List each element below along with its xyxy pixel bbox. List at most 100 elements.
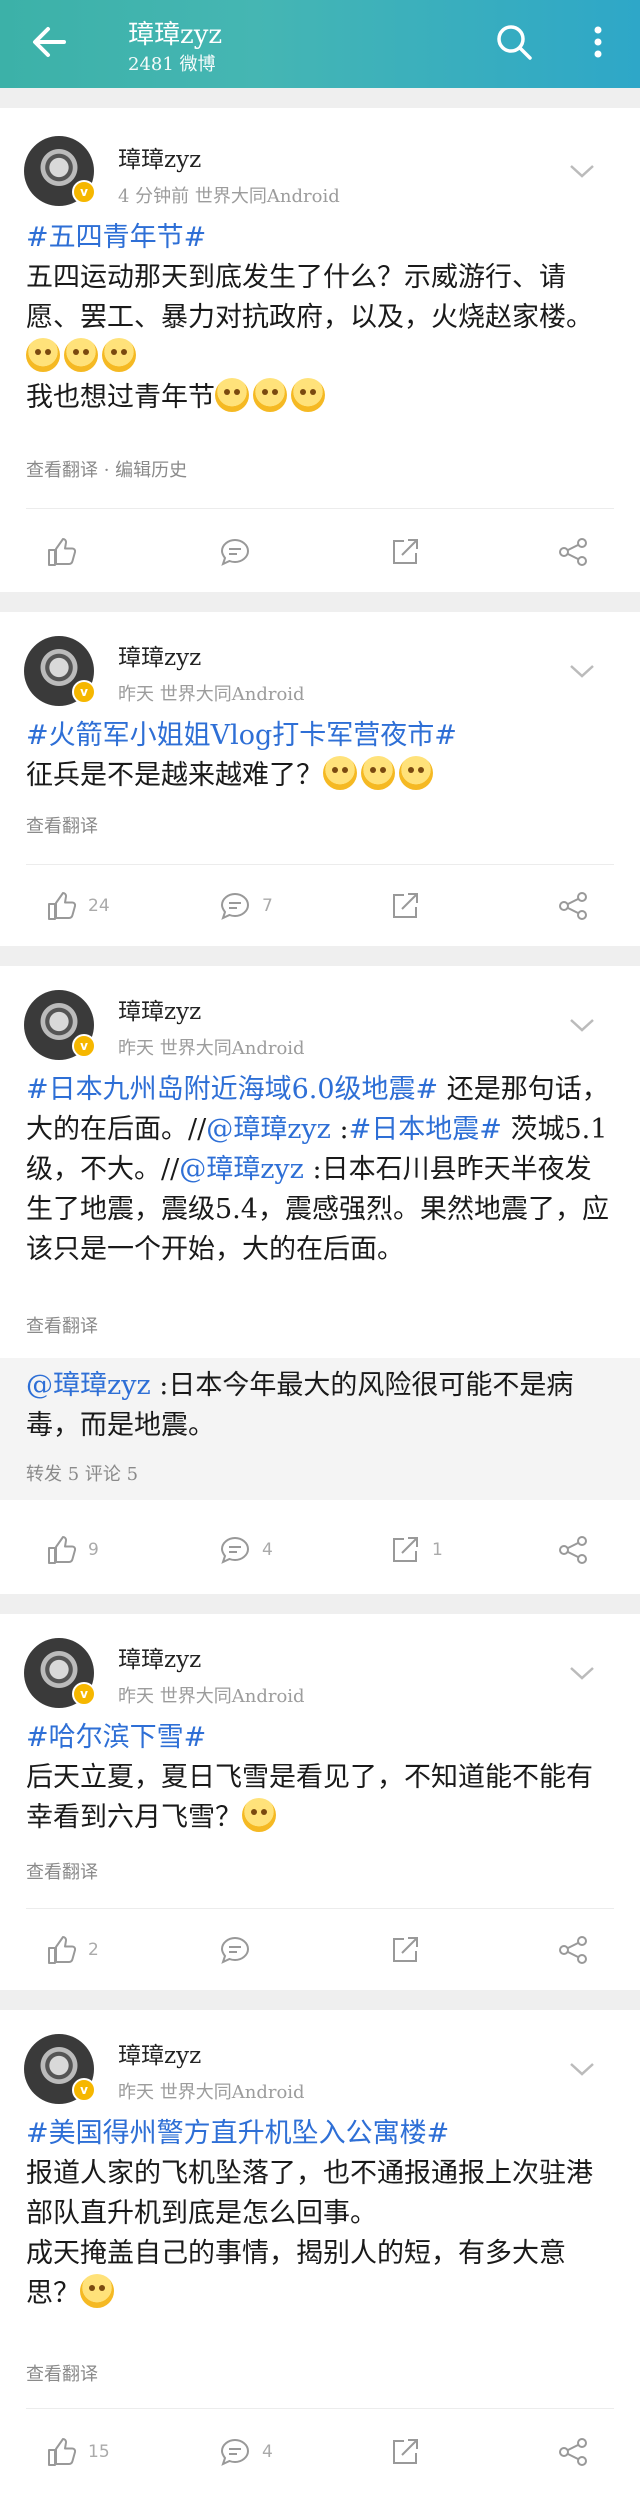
comment-button[interactable]: 4: [218, 1522, 273, 1578]
chevron-down-icon[interactable]: [568, 162, 596, 180]
verified-badge-icon: v: [72, 680, 96, 704]
chevron-down-icon[interactable]: [568, 2060, 596, 2078]
like-button[interactable]: 9: [44, 1522, 99, 1578]
back-arrow-icon[interactable]: [26, 18, 74, 66]
avatar[interactable]: v: [24, 1638, 96, 1708]
share-button[interactable]: [556, 1522, 590, 1578]
post-text: #哈尔滨下雪# 后天立夏，夏日飞雪是看见了，不知道能不能有幸看到六月飞雪？: [26, 1718, 616, 1838]
thumb-up-icon: [48, 2438, 77, 2466]
grin-emoji-icon: [64, 338, 98, 372]
post-actions: 24 7: [0, 878, 640, 934]
post-meta: 昨天 世界大同Android: [118, 1686, 305, 1707]
repost-button[interactable]: [388, 1922, 432, 1978]
more-vertical-icon[interactable]: [578, 20, 618, 64]
post-card: v 璋璋zyz 昨天 世界大同Android #日本九州岛附近海域6.0级地震#…: [0, 966, 640, 1594]
hashtag-link[interactable]: #火箭军小姐姐Vlog打卡军营夜市#: [26, 720, 457, 751]
share-button[interactable]: [556, 1922, 590, 1978]
divider: [26, 508, 614, 509]
post-meta: 昨天 世界大同Android: [118, 684, 305, 705]
post-content: 我也想过青年节: [26, 382, 215, 413]
avatar[interactable]: v: [24, 136, 96, 206]
translate-link[interactable]: 查看翻译: [26, 2360, 98, 2386]
share-icon: [559, 2438, 587, 2466]
repost-button[interactable]: [388, 2424, 432, 2480]
share-button[interactable]: [556, 524, 590, 580]
grin-emoji-icon: [26, 338, 60, 372]
post-text: #五四青年节# 五四运动那天到底发生了什么？示威游行、请愿、罢工、暴力对抗政府，…: [26, 218, 616, 418]
avatar[interactable]: v: [24, 2034, 96, 2104]
like-button[interactable]: 2: [44, 1922, 99, 1978]
quoted-post[interactable]: @璋璋zyz :日本今年最大的风险很可能不是病毒，而是地震。 转发 5 评论 5: [0, 1358, 640, 1500]
post-meta: 昨天 世界大同Android: [118, 2082, 305, 2103]
repost-button[interactable]: [388, 878, 432, 934]
username[interactable]: 璋璋zyz: [118, 2036, 201, 2070]
thumb-up-icon: [48, 538, 77, 566]
translate-link[interactable]: 查看翻译: [26, 1312, 98, 1338]
repost-icon: [393, 893, 418, 918]
repost-button[interactable]: [388, 524, 432, 580]
like-button[interactable]: 24: [44, 878, 110, 934]
divider: [26, 864, 614, 865]
username[interactable]: 璋璋zyz: [118, 992, 201, 1026]
post-content: :: [330, 1114, 349, 1145]
hashtag-link[interactable]: #日本九州岛附近海域6.0级地震#: [26, 1074, 438, 1105]
post-count: 2481 微博: [128, 54, 216, 75]
thinking-emoji-icon: [323, 756, 357, 790]
username[interactable]: 璋璋zyz: [118, 638, 201, 672]
divider: [26, 2408, 614, 2409]
chevron-down-icon[interactable]: [568, 1664, 596, 1682]
like-count: 2: [88, 1940, 99, 1960]
mention-link[interactable]: @璋璋zyz: [26, 1370, 151, 1401]
comment-icon: [220, 538, 250, 566]
mention-link[interactable]: @璋璋zyz: [179, 1154, 304, 1185]
share-button[interactable]: [556, 878, 590, 934]
share-button[interactable]: [556, 2424, 590, 2480]
post-content: 后天立夏，夏日飞雪是看见了，不知道能不能有幸看到六月飞雪？: [26, 1762, 593, 1833]
search-icon[interactable]: [492, 20, 536, 64]
comment-count: 7: [262, 896, 273, 916]
mention-link[interactable]: @璋璋zyz: [206, 1114, 331, 1145]
comment-button[interactable]: [218, 1922, 262, 1978]
hashtag-link[interactable]: #日本地震#: [349, 1114, 502, 1145]
repost-icon: [393, 1537, 418, 1562]
thumb-up-icon: [48, 1536, 77, 1564]
scream-emoji-icon: [215, 378, 249, 412]
comment-button[interactable]: 7: [218, 878, 273, 934]
verified-badge-icon: v: [72, 180, 96, 204]
post-card: v 璋璋zyz 昨天 世界大同Android #美国得州警方直升机坠入公寓楼# …: [0, 2010, 640, 2504]
post-actions: [0, 524, 640, 580]
chevron-down-icon[interactable]: [568, 1016, 596, 1034]
hashtag-link[interactable]: #美国得州警方直升机坠入公寓楼#: [26, 2118, 449, 2149]
translate-link[interactable]: 查看翻译: [26, 1858, 98, 1884]
repost-button[interactable]: 1: [388, 1522, 443, 1578]
post-text: #美国得州警方直升机坠入公寓楼# 报道人家的飞机坠落了，也不通报通报上次驻港部队…: [26, 2114, 616, 2314]
like-button[interactable]: 15: [44, 2424, 110, 2480]
chevron-down-icon[interactable]: [568, 662, 596, 680]
hashtag-link[interactable]: #五四青年节#: [26, 222, 206, 253]
translate-history-links[interactable]: 查看翻译 · 编辑历史: [26, 456, 187, 482]
like-button[interactable]: [44, 524, 88, 580]
avatar[interactable]: v: [24, 636, 96, 706]
post-meta: 4 分钟前 世界大同Android: [118, 186, 340, 207]
like-count: 9: [88, 1540, 99, 1560]
username[interactable]: 璋璋zyz: [118, 1640, 201, 1674]
top-bar: 璋璋zyz 2481 微博: [0, 0, 640, 88]
quoted-text: @璋璋zyz :日本今年最大的风险很可能不是病毒，而是地震。: [26, 1366, 616, 1446]
hashtag-link[interactable]: #哈尔滨下雪#: [26, 1722, 206, 1753]
share-icon: [559, 892, 587, 920]
comment-button[interactable]: 4: [218, 2424, 273, 2480]
thinking-emoji-icon: [361, 756, 395, 790]
thinking-emoji-icon: [399, 756, 433, 790]
scream-emoji-icon: [253, 378, 287, 412]
post-content: 五四运动那天到底发生了什么？示威游行、请愿、罢工、暴力对抗政府，以及，火烧赵家楼…: [26, 262, 593, 333]
share-icon: [559, 1536, 587, 1564]
comment-button[interactable]: [218, 524, 262, 580]
avatar[interactable]: v: [24, 990, 96, 1060]
username[interactable]: 璋璋zyz: [118, 140, 201, 174]
post-content: 报道人家的飞机坠落了，也不通报通报上次驻港部队直升机到底是怎么回事。: [26, 2158, 593, 2229]
comment-icon: [220, 892, 250, 920]
verified-badge-icon: v: [72, 1034, 96, 1058]
translate-link[interactable]: 查看翻译: [26, 812, 98, 838]
smile-emoji-icon: [80, 2274, 114, 2308]
post-actions: 2: [0, 1922, 640, 1978]
